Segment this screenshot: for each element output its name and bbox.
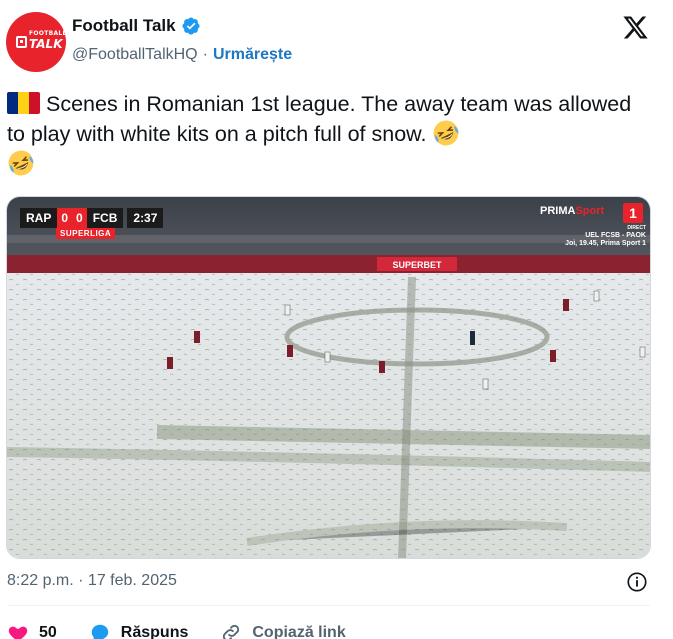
laughing-emoji-icon (434, 120, 459, 146)
home-team: RAP (20, 208, 58, 228)
league-badge: SUPERLIGA (56, 228, 116, 239)
score-overlay: RAP 0 0 FCB 2:37 (20, 208, 164, 228)
like-count: 50 (39, 624, 57, 639)
tweet-card: FOOTBALL TALK Football Talk @FootballTal… (0, 0, 673, 639)
reply-button[interactable]: Răspuns (89, 622, 189, 639)
home-score: 0 (57, 208, 73, 228)
copy-link-button[interactable]: Copiază link (220, 622, 346, 639)
tweet-text: Scenes in Romanian 1st league. The away … (7, 89, 647, 179)
tweet-media-video[interactable]: SUPERBET (6, 196, 651, 559)
tweet-text-body: Scenes in Romanian 1st league. The away … (7, 92, 632, 146)
football-talk-logo: FOOTBALL TALK (16, 28, 66, 56)
copy-link-label: Copiază link (252, 624, 346, 639)
action-bar: 50 Răspuns Copiază link (7, 620, 378, 639)
divider (7, 605, 650, 606)
link-icon (223, 624, 240, 639)
author-name-row: Football Talk (72, 16, 201, 36)
reply-label: Răspuns (120, 624, 189, 639)
follow-button[interactable]: Urmărește (213, 46, 292, 64)
ad-board-superbet: SUPERBET (392, 260, 442, 270)
away-team: FCB (86, 208, 124, 228)
away-score: 0 (72, 208, 87, 228)
author-display-name[interactable]: Football Talk (72, 16, 176, 36)
laughing-emoji-icon (8, 150, 34, 176)
author-handle-row: @FootballTalkHQ · Urmărește (72, 46, 292, 64)
avatar[interactable]: FOOTBALL TALK (6, 12, 66, 72)
reply-bubble-icon (91, 624, 109, 639)
romania-flag-icon (7, 92, 40, 114)
info-icon[interactable] (626, 571, 648, 593)
promo-text: DIRECT UEL FCSB - PAOK Joi, 19.45, Prima… (565, 225, 646, 247)
broadcaster-logo: PRIMASport (540, 205, 605, 217)
heart-icon (8, 626, 28, 639)
tweet-timestamp[interactable]: 8:22 p.m. · 17 feb. 2025 (7, 572, 177, 590)
separator-dot: · (202, 46, 208, 63)
verified-badge-icon (182, 17, 200, 35)
author-handle[interactable]: @FootballTalkHQ (72, 46, 198, 64)
channel-number: 1 (623, 203, 643, 223)
match-clock: 2:37 (127, 208, 164, 228)
like-button[interactable]: 50 (7, 622, 57, 639)
x-logo-icon[interactable] (621, 14, 650, 41)
snowy-pitch-image: SUPERBET (7, 197, 650, 558)
